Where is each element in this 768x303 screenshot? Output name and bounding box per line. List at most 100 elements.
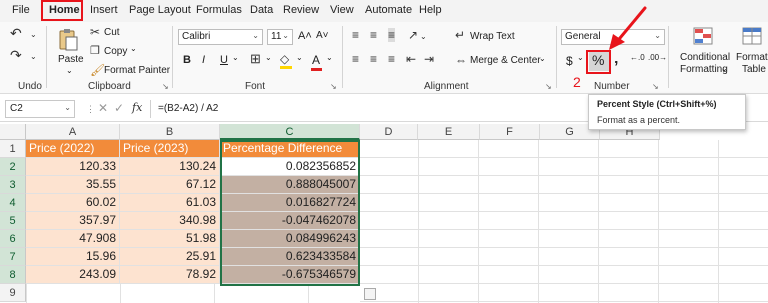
cell-a2[interactable]: 120.33 xyxy=(26,158,120,176)
column-header-a[interactable]: A xyxy=(26,124,120,140)
column-header-c[interactable]: C xyxy=(220,124,360,140)
row-header-3[interactable]: 3 xyxy=(0,176,26,194)
cell-c7[interactable]: 0.623433584 xyxy=(220,248,360,266)
grow-font-button[interactable]: A˄ xyxy=(298,30,312,42)
cell-a3[interactable]: 35.55 xyxy=(26,176,120,194)
cell-c3[interactable]: 0.888045007 xyxy=(220,176,360,194)
italic-button[interactable]: I xyxy=(202,54,205,66)
redo-dropdown-icon[interactable]: ⌄ xyxy=(30,50,37,64)
align-middle-icon[interactable]: ≡ xyxy=(370,28,377,42)
conditional-formatting-button[interactable]: Conditional xyxy=(680,52,730,63)
align-center-icon[interactable]: ≡ xyxy=(370,52,377,66)
merge-dropdown-icon[interactable]: ⌄ xyxy=(539,54,546,63)
copy-dropdown-icon[interactable]: ⌄ xyxy=(130,44,137,53)
font-name-select[interactable]: Calibri ⌄ xyxy=(178,29,263,45)
row-header-8[interactable]: 8 xyxy=(0,266,26,284)
tab-view[interactable]: View xyxy=(330,4,354,16)
column-header-f[interactable]: F xyxy=(480,124,540,140)
cell-b3[interactable]: 67.12 xyxy=(120,176,220,194)
cell-c6[interactable]: 0.084996243 xyxy=(220,230,360,248)
cell-b2[interactable]: 130.24 xyxy=(120,158,220,176)
decrease-indent-icon[interactable]: ⇤ xyxy=(406,52,416,66)
currency-button[interactable]: $ xyxy=(566,54,573,68)
cell-b8[interactable]: 78.92 xyxy=(120,266,220,284)
align-top-icon[interactable]: ≡ xyxy=(352,28,359,42)
number-launcher-icon[interactable]: ↘ xyxy=(652,82,659,91)
increase-indent-icon[interactable]: ⇥ xyxy=(424,52,434,66)
underline-button[interactable]: U xyxy=(220,54,228,66)
bold-button[interactable]: B xyxy=(183,54,191,66)
cell-b5[interactable]: 340.98 xyxy=(120,212,220,230)
merge-center-button[interactable]: Merge & Center xyxy=(470,55,541,66)
column-header-e[interactable]: E xyxy=(418,124,480,140)
cell-c2[interactable]: 0.082356852 xyxy=(220,158,360,176)
conditional-dropdown-icon[interactable]: ⌄ xyxy=(721,64,728,73)
cell-a7[interactable]: 15.96 xyxy=(26,248,120,266)
copy-button[interactable]: Copy xyxy=(104,46,127,57)
font-launcher-icon[interactable]: ↘ xyxy=(330,82,337,91)
shrink-font-button[interactable]: A˅ xyxy=(316,30,329,41)
tab-insert[interactable]: Insert xyxy=(90,4,118,16)
row-header-6[interactable]: 6 xyxy=(0,230,26,248)
alignment-launcher-icon[interactable]: ↘ xyxy=(545,82,552,91)
formula-input[interactable]: =(B2-A2) / A2 xyxy=(158,103,218,114)
fill-color-dropdown-icon[interactable]: ⌄ xyxy=(296,53,303,62)
select-all-corner[interactable] xyxy=(0,124,26,140)
enter-icon[interactable]: ✓ xyxy=(114,101,124,115)
empty-row-9[interactable] xyxy=(26,284,360,303)
row-header-2[interactable]: 2 xyxy=(0,158,26,176)
redo-icon[interactable]: ↷ xyxy=(10,48,22,62)
row-header-9[interactable]: 9 xyxy=(0,284,26,302)
row-header-5[interactable]: 5 xyxy=(0,212,26,230)
undo-dropdown-icon[interactable]: ⌄ xyxy=(30,28,37,42)
cell-b6[interactable]: 51.98 xyxy=(120,230,220,248)
tab-automate[interactable]: Automate xyxy=(365,4,412,16)
cell-b7[interactable]: 25.91 xyxy=(120,248,220,266)
cell-c5[interactable]: -0.047462078 xyxy=(220,212,360,230)
empty-cells-area[interactable] xyxy=(360,140,768,303)
column-header-d[interactable]: D xyxy=(360,124,418,140)
paste-button[interactable]: Paste ⌄ xyxy=(54,28,84,78)
decrease-decimal-icon[interactable]: .00→ xyxy=(648,53,667,62)
orientation-dropdown-icon[interactable]: ⌄ xyxy=(420,30,427,44)
quick-analysis-icon[interactable] xyxy=(364,288,376,300)
align-bottom-icon[interactable]: ≡ xyxy=(388,28,396,42)
copy-icon[interactable]: ❐ xyxy=(90,44,100,58)
increase-decimal-icon[interactable]: ←.0 xyxy=(630,53,645,62)
cut-button[interactable]: Cut xyxy=(104,27,120,38)
borders-icon[interactable]: ⊞ xyxy=(250,52,261,66)
tab-help[interactable]: Help xyxy=(419,4,442,16)
undo-icon[interactable]: ↶ xyxy=(10,26,22,40)
wrap-text-button[interactable]: Wrap Text xyxy=(470,31,515,42)
cell-a5[interactable]: 357.97 xyxy=(26,212,120,230)
cell-a8[interactable]: 243.09 xyxy=(26,266,120,284)
row-header-1[interactable]: 1 xyxy=(0,140,26,158)
cell-a6[interactable]: 47.908 xyxy=(26,230,120,248)
cell-c8[interactable]: -0.675346579 xyxy=(220,266,360,284)
cell-a1[interactable]: Price (2022) xyxy=(26,140,120,158)
cell-c4[interactable]: 0.016827724 xyxy=(220,194,360,212)
font-color-button[interactable]: A xyxy=(312,53,320,67)
align-left-icon[interactable]: ≡ xyxy=(352,52,359,66)
borders-dropdown-icon[interactable]: ⌄ xyxy=(265,53,272,62)
font-color-dropdown-icon[interactable]: ⌄ xyxy=(326,53,333,62)
cell-b1[interactable]: Price (2023) xyxy=(120,140,220,158)
row-header-4[interactable]: 4 xyxy=(0,194,26,212)
format-painter-button[interactable]: Format Painter xyxy=(104,65,170,76)
fill-color-icon[interactable]: ◇ xyxy=(280,52,289,66)
column-header-b[interactable]: B xyxy=(120,124,220,140)
more-options-icon[interactable]: ⋮ xyxy=(86,102,95,116)
currency-dropdown-icon[interactable]: ⌄ xyxy=(577,53,584,62)
align-right-icon[interactable]: ≡ xyxy=(388,52,395,66)
tab-review[interactable]: Review xyxy=(283,4,319,16)
underline-dropdown-icon[interactable]: ⌄ xyxy=(232,53,239,62)
tab-file[interactable]: File xyxy=(12,4,30,16)
orientation-icon[interactable]: ↗ xyxy=(408,28,418,42)
name-box[interactable]: C2 ⌄ xyxy=(5,100,75,118)
cell-c1[interactable]: Percentage Difference xyxy=(220,140,360,158)
format-painter-icon[interactable]: 🖌︎ xyxy=(90,63,105,77)
row-header-7[interactable]: 7 xyxy=(0,248,26,266)
cell-b4[interactable]: 61.03 xyxy=(120,194,220,212)
tab-page-layout[interactable]: Page Layout xyxy=(129,4,191,16)
tab-data[interactable]: Data xyxy=(250,4,273,16)
